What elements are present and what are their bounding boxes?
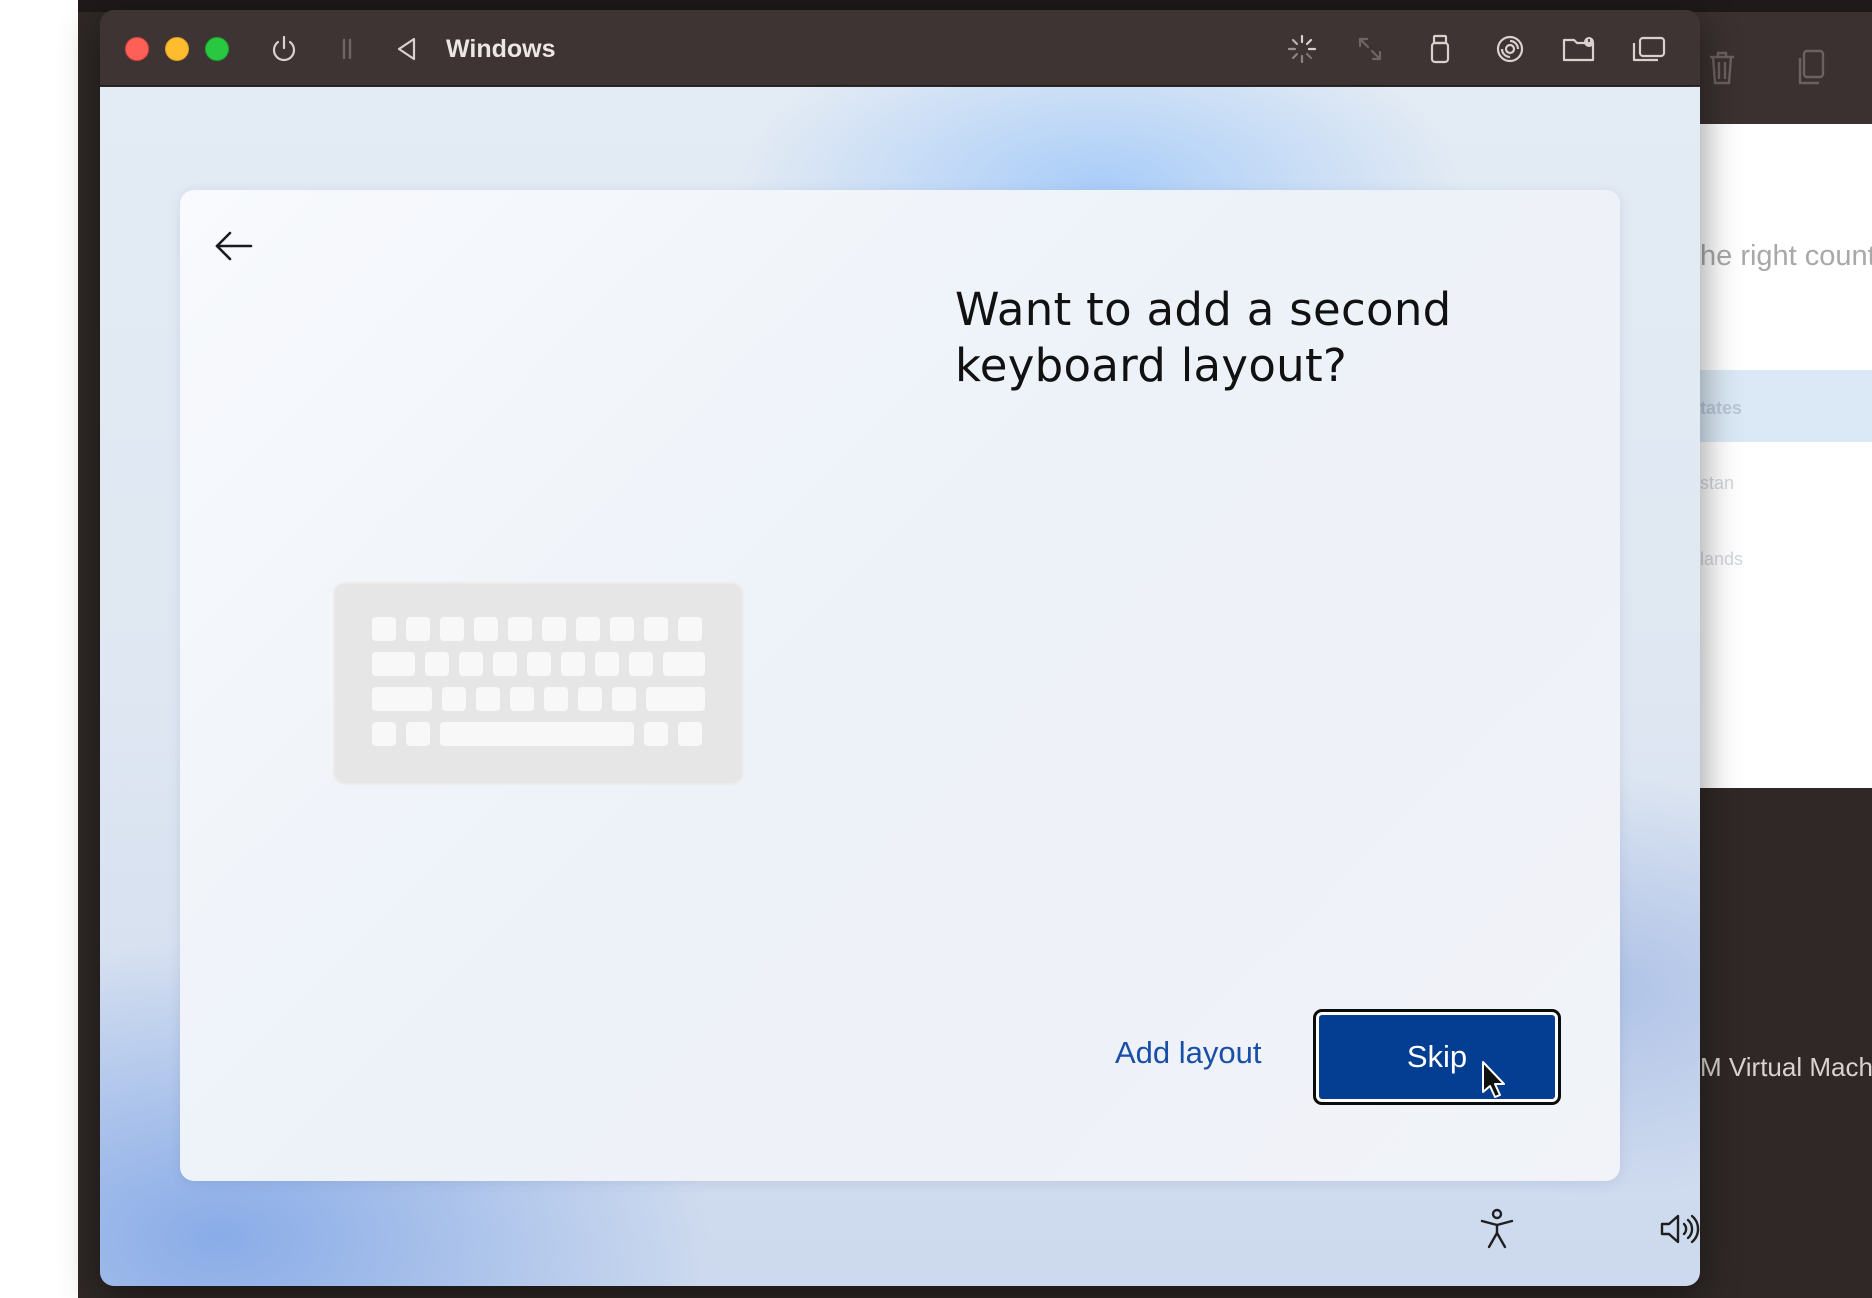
- usb-icon[interactable]: [1421, 30, 1459, 68]
- keyboard-key: [527, 652, 551, 676]
- skip-button[interactable]: Skip: [1313, 1009, 1561, 1105]
- back-arrow-icon: [215, 231, 253, 261]
- vm-title: Windows: [446, 35, 556, 63]
- keyboard-key: [578, 687, 602, 711]
- keyboard-illustration: [333, 582, 744, 785]
- shared-folder-icon[interactable]: [1560, 30, 1598, 68]
- keyboard-key: [459, 652, 483, 676]
- keyboard-key: [610, 617, 634, 641]
- background-list-item: stan: [1700, 473, 1735, 493]
- disc-icon[interactable]: [1491, 30, 1529, 68]
- loading-icon: [1283, 30, 1321, 68]
- keyboard-key: [678, 617, 702, 641]
- keyboard-key: [678, 722, 702, 746]
- add-layout-link[interactable]: Add layout: [1115, 1028, 1262, 1078]
- resize-icon[interactable]: [1351, 30, 1389, 68]
- keyboard-key: [406, 617, 430, 641]
- keyboard-key: [406, 722, 430, 746]
- background-toolbar: [1690, 12, 1872, 124]
- keyboard-key: [425, 652, 449, 676]
- keyboard-key: [372, 617, 396, 641]
- keyboard-key: [440, 722, 634, 746]
- background-heading: he right count: [1700, 240, 1872, 272]
- keyboard-key: [646, 687, 705, 711]
- keyboard-key: [510, 687, 534, 711]
- volume-icon[interactable]: [1655, 1205, 1700, 1253]
- keyboard-key: [493, 652, 517, 676]
- keyboard-key: [544, 687, 568, 711]
- minimize-button[interactable]: [165, 37, 189, 61]
- keyboard-key: [474, 617, 498, 641]
- keyboard-key: [561, 652, 585, 676]
- maximize-button[interactable]: [205, 37, 229, 61]
- keyboard-key: [542, 617, 566, 641]
- back-button[interactable]: [206, 218, 262, 274]
- keyboard-key: [440, 617, 464, 641]
- mouse-cursor-icon: [1482, 1061, 1505, 1098]
- background-list-item: lands: [1700, 549, 1744, 569]
- keyboard-key: [595, 652, 619, 676]
- trash-icon[interactable]: [1702, 48, 1742, 88]
- keyboard-key: [644, 617, 668, 641]
- copy-icon[interactable]: [1790, 48, 1830, 88]
- vm-window: Windows Want to add a second keyboard la…: [100, 10, 1700, 1286]
- back-triangle-icon[interactable]: [388, 30, 426, 68]
- close-button[interactable]: [125, 37, 149, 61]
- background-list-item: tates: [1700, 398, 1743, 418]
- accessibility-icon[interactable]: [1473, 1205, 1521, 1253]
- pause-icon[interactable]: [328, 30, 366, 68]
- vm-titlebar: Windows: [100, 10, 1700, 86]
- page-title: Want to add a second keyboard layout?: [955, 283, 1452, 392]
- keyboard-key: [372, 652, 415, 676]
- keyboard-key: [663, 652, 705, 676]
- keyboard-key: [508, 617, 532, 641]
- keyboard-key: [629, 652, 653, 676]
- power-icon[interactable]: [265, 30, 303, 68]
- keyboard-key: [612, 687, 636, 711]
- keyboard-key: [372, 722, 396, 746]
- background-vm-label: M Virtual Mach: [1700, 1052, 1872, 1082]
- background-panel: [1700, 124, 1872, 788]
- keyboard-key: [476, 687, 500, 711]
- windows-oobe-screen: Want to add a second keyboard layout? Ad…: [100, 87, 1700, 1286]
- keyboard-key: [442, 687, 466, 711]
- keyboard-key: [576, 617, 600, 641]
- keyboard-key: [644, 722, 668, 746]
- oobe-card: Want to add a second keyboard layout? Ad…: [180, 190, 1620, 1181]
- keyboard-key: [372, 687, 432, 711]
- display-icon[interactable]: [1630, 30, 1668, 68]
